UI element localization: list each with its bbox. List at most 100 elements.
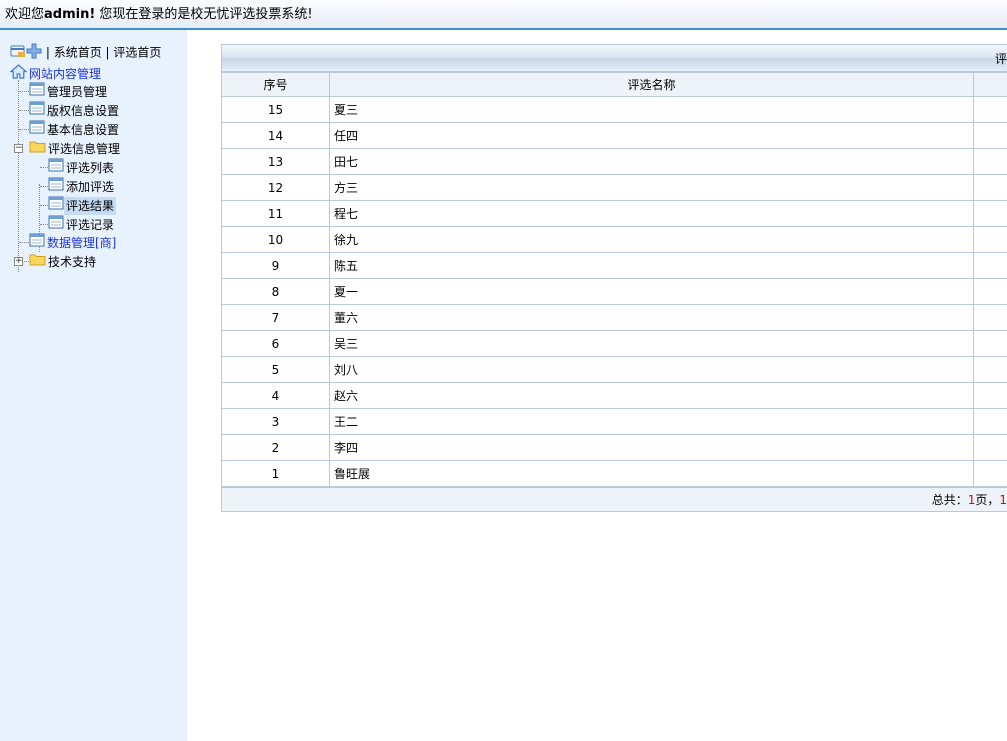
table-row[interactable]: 10 徐九	[221, 226, 1007, 253]
row-id: 3	[221, 408, 330, 435]
table-row[interactable]: 1 鲁旺展	[221, 460, 1007, 487]
tree-root-label: 网站内容管理	[29, 67, 102, 81]
tree-folder-support[interactable]: 技术支持	[29, 252, 98, 270]
row-id: 1	[221, 460, 330, 487]
tree-item-vote-results[interactable]: 评选结果	[48, 196, 117, 215]
page-icon	[29, 233, 45, 252]
table-header-row: 序号 评选名称	[221, 72, 1007, 97]
table-row[interactable]: 7 董六	[221, 304, 1007, 331]
table-row[interactable]: 5 刘八	[221, 356, 1007, 383]
tree-item-label: 管理员管理	[47, 84, 108, 99]
column-header-id: 序号	[221, 72, 330, 97]
row-extra	[973, 356, 1007, 383]
row-extra	[973, 434, 1007, 461]
tree-connector	[19, 129, 29, 130]
row-id: 4	[221, 382, 330, 409]
tree-connector	[19, 242, 29, 243]
row-name: 方三	[329, 174, 974, 201]
table-row[interactable]: 12 方三	[221, 174, 1007, 201]
panel-title: 评	[994, 52, 1007, 66]
tree-item-label: 评选记录	[66, 217, 115, 232]
row-name: 鲁旺展	[329, 460, 974, 487]
row-name: 董六	[329, 304, 974, 331]
row-name: 李四	[329, 434, 974, 461]
tree-item-add-vote[interactable]: 添加评选	[48, 177, 116, 195]
row-extra	[973, 252, 1007, 279]
tree-item-label: 版权信息设置	[47, 103, 120, 118]
tree-item-vote-records[interactable]: 评选记录	[48, 215, 116, 233]
next-value: 1	[999, 493, 1007, 507]
row-extra	[973, 122, 1007, 149]
tree-folder-label: 技术支持	[48, 254, 97, 269]
row-name: 刘八	[329, 356, 974, 383]
tree-item-data-management[interactable]: 数据管理[商]	[29, 233, 118, 251]
row-id: 7	[221, 304, 330, 331]
table-row[interactable]: 2 李四	[221, 434, 1007, 461]
sidebar-top-links: | 系统首页 | 评选首页	[10, 43, 161, 62]
row-name: 程七	[329, 200, 974, 227]
table-row[interactable]: 3 王二	[221, 408, 1007, 435]
table-row[interactable]: 8 夏一	[221, 278, 1007, 305]
folder-icon	[29, 139, 46, 158]
top-banner: 欢迎您admin! 您现在登录的是校无忧评选投票系统!	[0, 0, 1007, 30]
row-extra	[973, 200, 1007, 227]
row-id: 8	[221, 278, 330, 305]
username: admin!	[44, 7, 96, 22]
table-row[interactable]: 9 陈五	[221, 252, 1007, 279]
row-id: 9	[221, 252, 330, 279]
table-row[interactable]: 14 任四	[221, 122, 1007, 149]
tree-folder-vote-info[interactable]: 评选信息管理	[29, 139, 122, 157]
page-icon	[48, 158, 64, 177]
tree-item-basic-info[interactable]: 基本信息设置	[29, 120, 121, 138]
tree-folder-label: 评选信息管理	[48, 141, 121, 156]
panel-header: 评	[221, 44, 1007, 72]
welcome-prefix: 欢迎您	[5, 7, 45, 22]
row-extra	[973, 408, 1007, 435]
row-id: 14	[221, 122, 330, 149]
row-name: 夏一	[329, 278, 974, 305]
folder-icon	[29, 252, 46, 271]
table-row[interactable]: 15 夏三	[221, 96, 1007, 123]
table-row[interactable]: 4 赵六	[221, 382, 1007, 409]
row-name: 王二	[329, 408, 974, 435]
row-extra	[973, 174, 1007, 201]
tree-item-copyright[interactable]: 版权信息设置	[29, 101, 121, 119]
home-icon	[9, 64, 28, 84]
row-name: 徐九	[329, 226, 974, 253]
table-row[interactable]: 11 程七	[221, 200, 1007, 227]
tree-connector	[40, 205, 48, 206]
system-home-link[interactable]: 系统首页	[54, 46, 102, 60]
expand-toggle[interactable]: +	[14, 257, 23, 266]
row-id: 15	[221, 96, 330, 123]
row-extra	[973, 330, 1007, 357]
row-name: 任四	[329, 122, 974, 149]
tree-connector	[40, 224, 48, 225]
tree-item-label: 添加评选	[66, 179, 115, 194]
page-icon	[48, 196, 64, 215]
tree-item-admin[interactable]: 管理员管理	[29, 82, 109, 100]
collapse-toggle[interactable]: −	[14, 144, 23, 153]
tree-item-vote-list[interactable]: 评选列表	[48, 158, 116, 176]
page-unit: 页，	[975, 493, 1000, 507]
tree-item-label: 数据管理[商]	[47, 235, 117, 250]
table-row[interactable]: 6 吴三	[221, 330, 1007, 357]
row-id: 13	[221, 148, 330, 175]
vote-home-link[interactable]: 评选首页	[113, 46, 161, 60]
row-extra	[973, 96, 1007, 123]
page-icon	[48, 215, 64, 234]
row-name: 田七	[329, 148, 974, 175]
tree-root[interactable]: 网站内容管理	[9, 64, 103, 84]
page-icon	[29, 120, 45, 139]
row-id: 10	[221, 226, 330, 253]
card-icon[interactable]	[10, 44, 26, 62]
row-name: 夏三	[329, 96, 974, 123]
row-extra	[973, 148, 1007, 175]
results-table: 序号 评选名称 15 夏三 14 任四 13 田七 12 方三 11 程七 10 徐九 9 陈五 8 夏一 7 董…	[221, 72, 1007, 487]
page-icon	[29, 101, 45, 120]
row-name: 陈五	[329, 252, 974, 279]
plus-icon[interactable]	[26, 43, 42, 63]
row-id: 6	[221, 330, 330, 357]
row-id: 12	[221, 174, 330, 201]
tree-connector	[40, 167, 48, 168]
table-row[interactable]: 13 田七	[221, 148, 1007, 175]
